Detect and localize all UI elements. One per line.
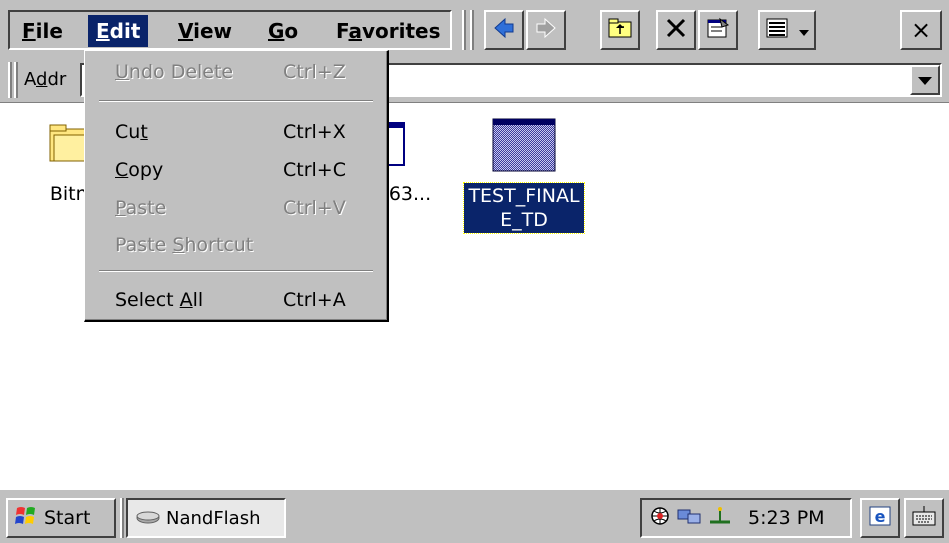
forward-arrow-icon — [535, 17, 557, 43]
menu-item-undo-delete[interactable]: Undo Delete Ctrl+Z — [85, 55, 385, 89]
windows-logo-icon — [14, 505, 38, 532]
chevron-down-icon — [918, 65, 932, 95]
clock[interactable]: 5:23 PM — [748, 507, 825, 529]
task-label: NandFlash — [166, 507, 261, 529]
task-button-nandflash[interactable]: NandFlash — [126, 498, 286, 538]
start-label: Start — [44, 507, 91, 529]
back-button[interactable] — [484, 10, 524, 50]
address-dropdown-button[interactable] — [910, 65, 940, 95]
menu-separator — [99, 100, 373, 102]
menu-item-paste-shortcut[interactable]: Paste Shortcut — [85, 228, 385, 262]
menu-go[interactable]: Go — [260, 15, 306, 47]
keyboard-button[interactable] — [904, 498, 944, 538]
menu-favorites[interactable]: Favorites — [328, 15, 449, 47]
keyboard-icon — [911, 504, 937, 532]
system-tray: 5:23 PM — [640, 498, 852, 538]
connection-icon[interactable] — [676, 506, 702, 531]
menu-item-copy[interactable]: Copy Ctrl+C — [85, 153, 385, 187]
start-button[interactable]: Start — [6, 498, 116, 538]
properties-icon — [706, 17, 730, 43]
app-window-icon — [452, 117, 596, 183]
menu-item-select-all[interactable]: Select All Ctrl+A — [85, 283, 385, 317]
menu-item-paste[interactable]: Paste Ctrl+V — [85, 191, 385, 225]
up-folder-icon — [608, 17, 632, 43]
ie-shortcut-button[interactable]: e — [860, 498, 900, 538]
taskbar-divider — [120, 498, 124, 538]
address-grip[interactable] — [14, 62, 18, 98]
chevron-down-icon — [798, 21, 809, 40]
internet-explorer-icon: e — [868, 505, 892, 531]
close-button[interactable]: × — [900, 10, 942, 50]
delete-icon — [665, 17, 687, 43]
menu-bar: File Edit View Go Favorites — [8, 10, 452, 50]
delete-button[interactable] — [656, 10, 696, 50]
forward-button[interactable] — [526, 10, 566, 50]
address-grip[interactable] — [8, 62, 12, 98]
toolbar-grip[interactable] — [462, 10, 466, 50]
toolbar-grip[interactable] — [470, 10, 474, 50]
views-icon — [766, 18, 788, 42]
svg-text:e: e — [875, 507, 886, 526]
file-name: 63... — [388, 183, 432, 205]
drive-icon — [136, 508, 160, 529]
menu-edit[interactable]: Edit — [88, 15, 149, 47]
back-arrow-icon — [493, 17, 515, 43]
edit-menu-dropdown: Undo Delete Ctrl+Z Cut Ctrl+X Copy Ctrl+… — [84, 50, 389, 322]
menu-item-cut[interactable]: Cut Ctrl+X — [85, 115, 385, 149]
properties-button[interactable] — [698, 10, 738, 50]
menu-file[interactable]: File — [14, 15, 71, 47]
address-label: Addr — [24, 69, 67, 90]
network-globe-icon[interactable] — [650, 506, 670, 531]
menu-view[interactable]: View — [170, 15, 240, 47]
file-name-selected: TEST_FINAL E_TD — [463, 182, 585, 234]
views-button[interactable] — [758, 10, 816, 50]
usb-connection-icon[interactable] — [708, 506, 732, 531]
file-item-app-selected[interactable]: TEST_FINAL E_TD — [452, 117, 596, 234]
taskbar: Start NandFlash 5:23 PM e — [0, 488, 949, 543]
menu-separator — [99, 270, 373, 272]
up-folder-button[interactable] — [600, 10, 640, 50]
